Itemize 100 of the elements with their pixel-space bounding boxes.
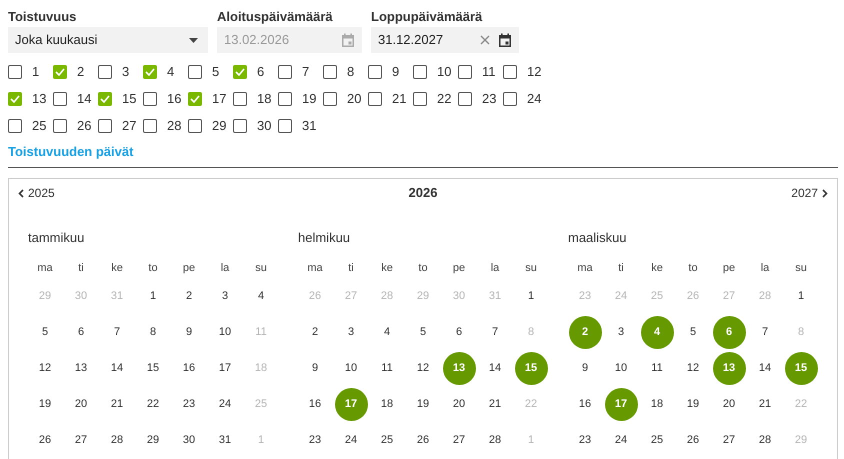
checkbox[interactable] bbox=[233, 92, 247, 106]
calendar-day[interactable]: 19 bbox=[406, 388, 440, 421]
checkbox[interactable] bbox=[368, 92, 382, 106]
calendar-day[interactable]: 4 bbox=[244, 280, 278, 313]
checkbox[interactable] bbox=[503, 92, 517, 106]
calendar-day[interactable]: 16 bbox=[568, 388, 602, 421]
checkbox[interactable] bbox=[98, 64, 112, 78]
checkbox[interactable] bbox=[323, 92, 337, 106]
calendar-day[interactable]: 5 bbox=[676, 316, 710, 349]
calendar-day[interactable]: 27 bbox=[712, 424, 746, 457]
calendar-day[interactable]: 10 bbox=[604, 352, 638, 385]
checkbox[interactable] bbox=[458, 64, 472, 78]
calendar-day[interactable]: 13 bbox=[64, 352, 98, 385]
checkbox[interactable] bbox=[98, 118, 112, 132]
calendar-day[interactable]: 3 bbox=[334, 316, 368, 349]
checkbox[interactable] bbox=[188, 64, 202, 78]
checkbox[interactable] bbox=[503, 64, 517, 78]
calendar-day[interactable]: 14 bbox=[748, 352, 782, 385]
checkbox[interactable] bbox=[53, 118, 67, 132]
checkbox[interactable] bbox=[8, 64, 22, 78]
calendar-day[interactable]: 28 bbox=[100, 424, 134, 457]
calendar-day[interactable]: 22 bbox=[136, 388, 170, 421]
calendar-day[interactable]: 2 bbox=[298, 316, 332, 349]
checkbox[interactable] bbox=[233, 64, 247, 78]
calendar-day[interactable]: 26 bbox=[28, 424, 62, 457]
calendar-day[interactable]: 18 bbox=[370, 388, 404, 421]
calendar-day[interactable]: 9 bbox=[172, 316, 206, 349]
calendar-day[interactable]: 26 bbox=[406, 424, 440, 457]
calendar-day[interactable]: 19 bbox=[676, 388, 710, 421]
calendar-day[interactable]: 24 bbox=[334, 424, 368, 457]
calendar-day[interactable]: 17 bbox=[208, 352, 242, 385]
date-field[interactable]: 31.12.2027 bbox=[371, 27, 519, 53]
checkbox[interactable] bbox=[413, 64, 427, 78]
calendar-day[interactable]: 25 bbox=[370, 424, 404, 457]
checkbox[interactable] bbox=[233, 118, 247, 132]
calendar-day[interactable]: 24 bbox=[208, 388, 242, 421]
calendar-day[interactable]: 29 bbox=[136, 424, 170, 457]
calendar-day[interactable]: 23 bbox=[298, 424, 332, 457]
calendar-day[interactable]: 5 bbox=[28, 316, 62, 349]
calendar-day[interactable]: 11 bbox=[640, 352, 674, 385]
calendar-day[interactable]: 26 bbox=[676, 424, 710, 457]
calendar-day[interactable]: 7 bbox=[478, 316, 512, 349]
previous-year-button[interactable]: 2025 bbox=[18, 184, 55, 202]
checkbox[interactable] bbox=[143, 92, 157, 106]
calendar-day[interactable]: 19 bbox=[28, 388, 62, 421]
calendar-day[interactable]: 20 bbox=[64, 388, 98, 421]
chevron-left-icon[interactable] bbox=[18, 188, 24, 198]
calendar-day[interactable]: 1 bbox=[136, 280, 170, 313]
calendar-day[interactable]: 18 bbox=[640, 388, 674, 421]
calendar-day[interactable]: 16 bbox=[172, 352, 206, 385]
calendar-icon[interactable] bbox=[498, 32, 512, 48]
calendar-day[interactable]: 20 bbox=[712, 388, 746, 421]
checkbox[interactable] bbox=[8, 92, 22, 106]
calendar-day[interactable]: 10 bbox=[208, 316, 242, 349]
calendar-day[interactable]: 9 bbox=[568, 352, 602, 385]
calendar-day[interactable]: 12 bbox=[28, 352, 62, 385]
calendar-day[interactable]: 3 bbox=[208, 280, 242, 313]
next-year-button[interactable]: 2027 bbox=[791, 184, 828, 202]
checkbox[interactable] bbox=[278, 118, 292, 132]
calendar-day[interactable]: 21 bbox=[478, 388, 512, 421]
calendar-day[interactable]: 20 bbox=[442, 388, 476, 421]
calendar-day[interactable]: 2 bbox=[172, 280, 206, 313]
checkbox[interactable] bbox=[8, 118, 22, 132]
calendar-day[interactable]: 1 bbox=[514, 280, 548, 313]
calendar-day[interactable]: 11 bbox=[370, 352, 404, 385]
calendar-day[interactable]: 31 bbox=[208, 424, 242, 457]
calendar-day[interactable]: 15 bbox=[136, 352, 170, 385]
caret-icon[interactable] bbox=[189, 38, 198, 42]
calendar-day[interactable]: 28 bbox=[748, 424, 782, 457]
calendar-day[interactable]: 27 bbox=[64, 424, 98, 457]
calendar-day[interactable]: 28 bbox=[478, 424, 512, 457]
calendar-day[interactable]: 12 bbox=[406, 352, 440, 385]
calendar-day[interactable]: 30 bbox=[172, 424, 206, 457]
calendar-day[interactable]: 7 bbox=[748, 316, 782, 349]
calendar-day[interactable]: 27 bbox=[442, 424, 476, 457]
checkbox[interactable] bbox=[143, 118, 157, 132]
calendar-day[interactable]: 5 bbox=[406, 316, 440, 349]
calendar-day[interactable]: 24 bbox=[604, 424, 638, 457]
calendar-day[interactable]: 16 bbox=[298, 388, 332, 421]
calendar-day[interactable]: 23 bbox=[568, 424, 602, 457]
checkbox[interactable] bbox=[413, 92, 427, 106]
checkbox[interactable] bbox=[188, 92, 202, 106]
calendar-day[interactable]: 23 bbox=[172, 388, 206, 421]
calendar-day[interactable]: 12 bbox=[676, 352, 710, 385]
checkbox[interactable] bbox=[278, 64, 292, 78]
calendar-day[interactable]: 21 bbox=[748, 388, 782, 421]
calendar-day[interactable]: 6 bbox=[442, 316, 476, 349]
calendar-day[interactable]: 8 bbox=[136, 316, 170, 349]
checkbox[interactable] bbox=[188, 118, 202, 132]
close-icon[interactable] bbox=[480, 35, 490, 45]
calendar-day[interactable]: 7 bbox=[100, 316, 134, 349]
chevron-right-icon[interactable] bbox=[822, 188, 828, 198]
calendar-day[interactable]: 3 bbox=[604, 316, 638, 349]
calendar-day[interactable]: 14 bbox=[100, 352, 134, 385]
calendar-day[interactable]: 1 bbox=[784, 280, 818, 313]
calendar-day[interactable]: 21 bbox=[100, 388, 134, 421]
calendar-day[interactable]: 4 bbox=[370, 316, 404, 349]
calendar-day[interactable]: 14 bbox=[478, 352, 512, 385]
checkbox[interactable] bbox=[278, 92, 292, 106]
calendar-day[interactable]: 10 bbox=[334, 352, 368, 385]
